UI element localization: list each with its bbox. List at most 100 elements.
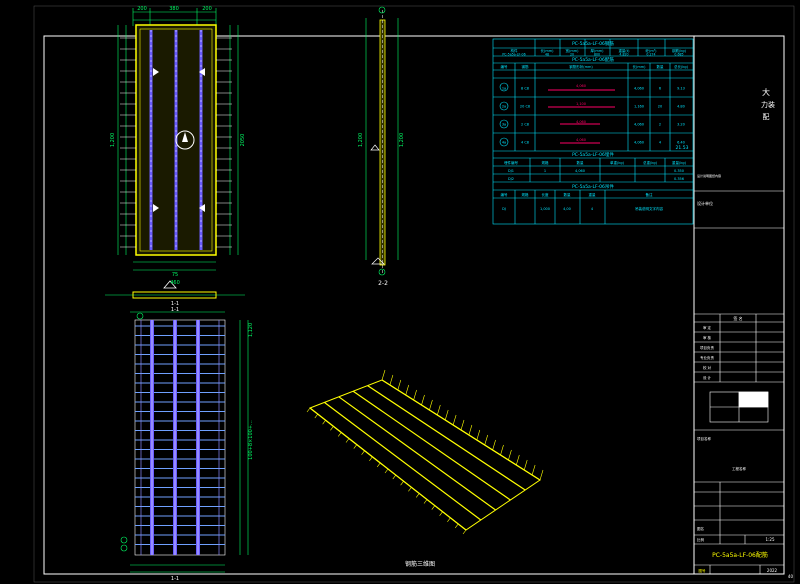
left-dim-left: 1,200 bbox=[110, 133, 116, 147]
table-header-cell: 编号 bbox=[501, 192, 509, 197]
table-cell: 20 bbox=[658, 105, 662, 109]
table-cell: 1,160 bbox=[634, 105, 644, 109]
table-cell: 1a bbox=[502, 87, 506, 91]
title-drawing-label: 图名 bbox=[697, 526, 704, 531]
section-label: 2-2 bbox=[378, 280, 388, 287]
table-cell: 6 bbox=[659, 87, 661, 91]
table-cell: 1,000 bbox=[540, 207, 550, 211]
title-block-row-label: 专业负责 bbox=[700, 355, 714, 360]
title-note: 设计说明图纸内容 bbox=[697, 173, 721, 178]
title-project: 项目名称 bbox=[697, 436, 711, 441]
table-cell: 0.350 bbox=[674, 169, 684, 173]
table-cell: 4,060 bbox=[576, 120, 586, 124]
table-header-cell: 单重(kg) bbox=[610, 160, 625, 165]
left-dim-top-2: 380 bbox=[169, 6, 179, 12]
title-scale-label: 比例 bbox=[697, 537, 705, 542]
iso-caption: 钢筋三维图 bbox=[405, 560, 435, 568]
table-cell: 20 C8 bbox=[520, 105, 530, 109]
table-title-4: PC-5a5a-LF-06吊件 bbox=[572, 183, 614, 190]
left-dim-top-3: 200 bbox=[202, 6, 212, 12]
title-design-unit: 设计单位 bbox=[697, 200, 713, 206]
title-block-row-label: 设 计 bbox=[703, 375, 712, 380]
table-cell: 4,060 bbox=[634, 141, 644, 145]
table-header-cell: 钢筋 bbox=[522, 64, 530, 69]
table-cell: 1 bbox=[544, 169, 546, 173]
title-block bbox=[694, 190, 784, 574]
section-view bbox=[365, 6, 399, 276]
table-cell: 9.13 bbox=[677, 87, 685, 91]
plan-dim-right-top: 1,120 bbox=[248, 323, 254, 337]
left-dim-right: 2050 bbox=[240, 134, 246, 147]
table-header-cell: 总重(kg) bbox=[643, 160, 658, 165]
table-header-cell: 数量 bbox=[564, 192, 572, 197]
table-header-cell: 备注 bbox=[646, 192, 654, 197]
table-cell: DJ bbox=[502, 207, 506, 211]
table-cell: 20 bbox=[570, 53, 574, 57]
table-cell: 0.356 bbox=[674, 177, 684, 181]
table-header-cell: 规格 bbox=[522, 192, 530, 197]
left-dim-bottom-1: 75 bbox=[172, 272, 178, 278]
table-header-cell: 数量 bbox=[577, 160, 585, 165]
table-cell: 4,060 bbox=[575, 169, 585, 173]
title-sub-text-1: 力装 bbox=[761, 100, 775, 109]
table-header-cell: 钢筋形状(mm) bbox=[569, 64, 593, 69]
table-cell: 2 C8 bbox=[521, 123, 529, 127]
table-row-4: DJ 1,000 4,00 4 吊装说明文字内容 bbox=[502, 206, 663, 211]
table-header-3: 埋件编号 规格 数量 单重(kg) 总重(kg) 重量(kg) bbox=[504, 160, 687, 165]
table-cell: 4 C8 bbox=[521, 141, 529, 145]
table-title-2: PC-5a5a-LF-06配筋 bbox=[572, 56, 614, 63]
table-total-a: 21.53 bbox=[676, 145, 689, 151]
title-block-row-label: 审 核 bbox=[703, 335, 712, 340]
table-header-cell: 重量(kg) bbox=[672, 160, 687, 165]
table-header-cell: 编号 bbox=[501, 64, 509, 69]
title-scale: 1:25 bbox=[766, 537, 775, 542]
table-cell: 吊装说明文字内容 bbox=[635, 206, 663, 211]
table-header-cell: 总长(kg) bbox=[674, 64, 689, 69]
section-dim-left: 1,200 bbox=[358, 133, 364, 147]
left-dim-top-1: 200 bbox=[137, 6, 147, 12]
table-cell: 4a bbox=[502, 141, 506, 145]
table-cell: 4.80 bbox=[677, 105, 685, 109]
table-cell: 2a bbox=[502, 105, 506, 109]
table-rows-2: 1a 8 C8 4,060 4,060 6 9.13 2a 20 C8 1,100 1,160 20… bbox=[502, 84, 685, 145]
table-cell: 4,060 bbox=[576, 138, 586, 142]
left-dim-bottom-2: 460 bbox=[170, 280, 180, 286]
title-sign-header: 签 名 bbox=[733, 315, 742, 321]
plan-dim-right-main: 100+8×100+... bbox=[248, 420, 254, 460]
title-drawing-title: PC-5a5a-LF-06配筋 bbox=[712, 551, 768, 559]
table-rows-3: DJ1 1 4,060 0.350 DJ2 0.356 bbox=[508, 169, 684, 181]
plan-bottom-label: 1-1 bbox=[171, 576, 179, 582]
table-cell: 1,100 bbox=[576, 102, 586, 106]
table-cell: 4,060 bbox=[634, 123, 644, 127]
table-header-cell: 重量 bbox=[589, 192, 597, 197]
table-rebar-shapes bbox=[548, 89, 615, 144]
table-cell: DJ2 bbox=[508, 177, 514, 181]
table-cell: 8 C8 bbox=[521, 87, 529, 91]
table-id-circles bbox=[499, 82, 509, 147]
title-project-sub: 工程名称 bbox=[732, 466, 746, 471]
table-cell: 4,00 bbox=[563, 207, 571, 211]
title-date: 2022 bbox=[767, 568, 778, 573]
table-cell: 4,820 bbox=[619, 53, 628, 57]
table-header-2: 编号 钢筋 钢筋形状(mm) 长(mm) 数量 总长(kg) bbox=[501, 64, 689, 69]
table-cell: 3a bbox=[502, 123, 506, 127]
drawing-canvas: 380 200 200 1,200 2050 75 460 1-1 1,200 … bbox=[33, 5, 795, 583]
table-cell: 800 bbox=[594, 53, 600, 57]
title-page: 40 bbox=[788, 574, 794, 579]
table-cell: 48 bbox=[545, 53, 549, 57]
table-cell: 0.274 bbox=[646, 53, 655, 57]
table-header-cell: 规格 bbox=[542, 160, 550, 165]
title-block-row-label: 项目负责 bbox=[700, 345, 714, 350]
table-cell: DJ1 bbox=[508, 169, 514, 173]
table-header-cell: 长度 bbox=[542, 192, 550, 197]
title-sheet: 图号 bbox=[699, 568, 707, 573]
title-block-row-label: 校 对 bbox=[703, 365, 712, 370]
table-cell: 2 bbox=[659, 123, 661, 127]
isometric-rebar-view bbox=[306, 369, 544, 535]
left-elevation-view bbox=[105, 8, 245, 299]
title-big-text: 大 bbox=[762, 87, 770, 97]
table-cell: 4 bbox=[591, 207, 594, 211]
plan-top-label: 1-1 bbox=[171, 307, 179, 313]
table-cell: 3.20 bbox=[677, 123, 685, 127]
plan-view bbox=[120, 311, 249, 573]
